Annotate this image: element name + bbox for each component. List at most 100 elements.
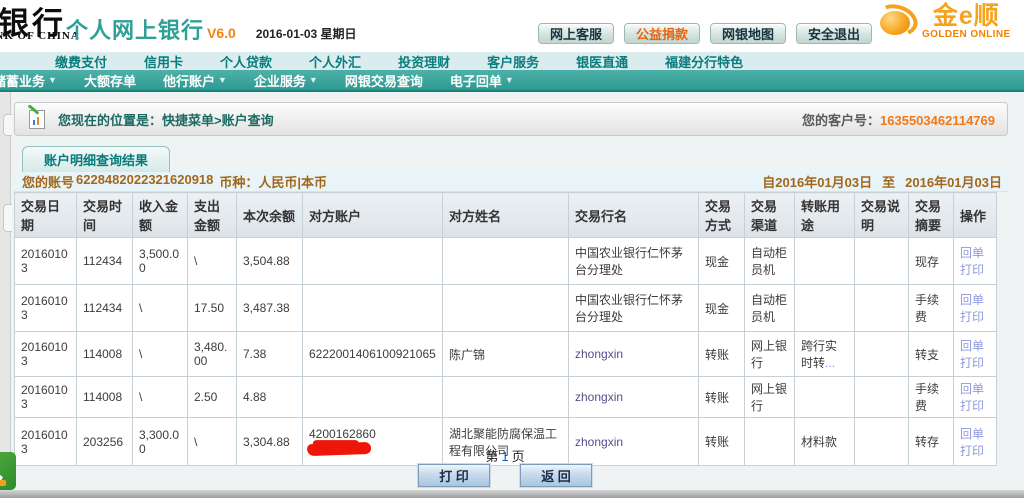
chevron-down-icon: ▼ <box>218 75 227 85</box>
brand-name-cn: 金e顺 <box>933 3 1000 29</box>
print-button[interactable]: 打 印 <box>418 464 490 487</box>
secondary-nav-item[interactable]: 大额存单 <box>84 71 136 90</box>
cell-name: 陈广锦 <box>443 332 569 377</box>
cell-note <box>855 285 909 332</box>
tab-label: 账户明细查询结果 <box>44 150 148 169</box>
cell-time: 112434 <box>77 238 133 285</box>
truncation-ellipsis: ... <box>825 356 835 370</box>
table-row: 20160103112434\17.503,487.38中国农业银行仁怀茅台分理… <box>15 285 997 332</box>
secondary-nav-item[interactable]: 网银交易查询 <box>345 71 423 90</box>
current-date: 2016-01-03 星期日 <box>256 25 357 42</box>
currency-label: 币种：人民币|本币 <box>219 172 327 191</box>
primary-nav-item[interactable]: 个人外汇 <box>309 52 361 71</box>
cell-summary: 手续费 <box>909 377 954 418</box>
cell-note <box>855 377 909 418</box>
cell-name <box>443 238 569 285</box>
collapsed-sidebar-strip[interactable] <box>0 92 11 490</box>
chevron-down-icon: ▼ <box>505 75 514 85</box>
cell-note <box>855 238 909 285</box>
cell-acct: 6222001406100921065 <box>303 332 443 377</box>
cell-summary: 现存 <box>909 238 954 285</box>
cell-date: 20160103 <box>15 238 77 285</box>
top-header: 中国银行 BANK OF CHINA 个人网上银行 V6.0 2016-01-0… <box>0 0 1024 52</box>
primary-nav-item[interactable]: 福建分行特色 <box>665 52 743 71</box>
cell-time: 114008 <box>77 332 133 377</box>
cell-acct <box>303 377 443 418</box>
cell-acct <box>303 238 443 285</box>
secondary-nav-item[interactable]: 储蓄业务▼ <box>0 71 57 90</box>
receipt-print-link[interactable]: 回单打印 <box>960 382 984 413</box>
brand-name-en: GOLDEN ONLINE <box>922 29 1011 40</box>
pagination: 第1页 <box>14 446 996 465</box>
cell-bank: 中国农业银行仁怀茅台分理处 <box>569 238 699 285</box>
column-header: 对方姓名 <box>443 193 569 238</box>
secondary-nav-item-label: 电子回单 <box>450 71 502 90</box>
quick-button[interactable]: 安全退出 <box>796 23 872 44</box>
back-button[interactable]: 返 回 <box>520 464 592 487</box>
primary-nav-item[interactable]: 银医直通 <box>576 52 628 71</box>
column-header: 转账用途 <box>795 193 855 238</box>
cell-method: 转账 <box>699 377 745 418</box>
transaction-table: 交易日期交易时间收入金额支出金额本次余额对方账户对方姓名交易行名交易方式交易渠道… <box>14 192 997 466</box>
online-banking-page: 中国银行 BANK OF CHINA 个人网上银行 V6.0 2016-01-0… <box>0 0 1024 498</box>
quick-button[interactable]: 网银地图 <box>710 23 786 44</box>
page-prefix: 第 <box>485 449 498 464</box>
customer-number-value: 1635503462114769 <box>880 113 995 128</box>
secondary-nav-item[interactable]: 企业服务▼ <box>254 71 318 90</box>
quick-button[interactable]: 公益捐款 <box>624 23 700 44</box>
cell-income: \ <box>133 332 188 377</box>
primary-nav-item[interactable]: 投资理财 <box>398 52 450 71</box>
product-version: V6.0 <box>207 25 236 41</box>
cell-action: 回单打印 <box>954 377 997 418</box>
primary-nav-item[interactable]: 信用卡 <box>144 52 183 71</box>
cell-note <box>855 332 909 377</box>
secondary-nav-item-label: 储蓄业务 <box>0 71 45 90</box>
column-header: 本次余额 <box>237 193 303 238</box>
receipt-print-link[interactable]: 回单打印 <box>960 293 984 324</box>
quick-button[interactable]: 网上客服 <box>538 23 614 44</box>
receipt-print-link[interactable]: 回单打印 <box>960 339 984 370</box>
primary-nav-item[interactable]: 客户服务 <box>487 52 539 71</box>
customer-number-label: 您的客户号： <box>802 113 880 128</box>
secondary-nav-item-label: 企业服务 <box>254 71 306 90</box>
cell-balance: 3,487.38 <box>237 285 303 332</box>
date-range-to: 2016年01月03日 <box>905 172 1002 191</box>
breadcrumb: 您现在的位置是：快捷菜单>账户查询 <box>58 110 274 129</box>
cell-method: 现金 <box>699 238 745 285</box>
cell-name <box>443 285 569 332</box>
cell-time: 112434 <box>77 285 133 332</box>
secondary-nav-item-label: 他行账户 <box>163 71 215 90</box>
cell-balance: 4.88 <box>237 377 303 418</box>
cell-balance: 7.38 <box>237 332 303 377</box>
tab-account-detail-result[interactable]: 账户明细查询结果 <box>22 146 170 172</box>
date-range-from: 自2016年01月03日 <box>762 172 872 191</box>
cell-action: 回单打印 <box>954 285 997 332</box>
column-header: 交易日期 <box>15 193 77 238</box>
cell-purpose <box>795 238 855 285</box>
column-header: 收入金额 <box>133 193 188 238</box>
sidebar-nub[interactable] <box>3 114 12 136</box>
document-chart-icon <box>29 110 45 129</box>
cell-date: 20160103 <box>15 377 77 418</box>
customer-number-box: 您的客户号：1635503462114769 <box>802 110 995 129</box>
cell-time: 114008 <box>77 377 133 418</box>
secondary-nav-item-label: 网银交易查询 <box>345 71 423 90</box>
primary-nav-item[interactable]: 缴费支付 <box>55 52 107 71</box>
cell-bank: zhongxin <box>569 377 699 418</box>
chevron-down-icon: ▼ <box>48 75 57 85</box>
primary-nav-item[interactable]: 个人贷款 <box>220 52 272 71</box>
secondary-nav-item[interactable]: 他行账户▼ <box>163 71 227 90</box>
table-row: 20160103114008\3,480.007.386222001406100… <box>15 332 997 377</box>
date-range-join: 至 <box>882 172 895 191</box>
cell-purpose: 跨行实时转... <box>795 332 855 377</box>
cell-date: 20160103 <box>15 332 77 377</box>
cell-expense: 17.50 <box>188 285 237 332</box>
cell-method: 转账 <box>699 332 745 377</box>
column-header: 支出金额 <box>188 193 237 238</box>
sidebar-nub[interactable] <box>3 204 12 232</box>
desktop-shortcut-icon[interactable] <box>0 452 16 490</box>
receipt-print-link[interactable]: 回单打印 <box>960 246 984 277</box>
cell-channel: 自动柜员机 <box>745 285 795 332</box>
secondary-nav-item[interactable]: 电子回单▼ <box>450 71 514 90</box>
column-header: 交易渠道 <box>745 193 795 238</box>
